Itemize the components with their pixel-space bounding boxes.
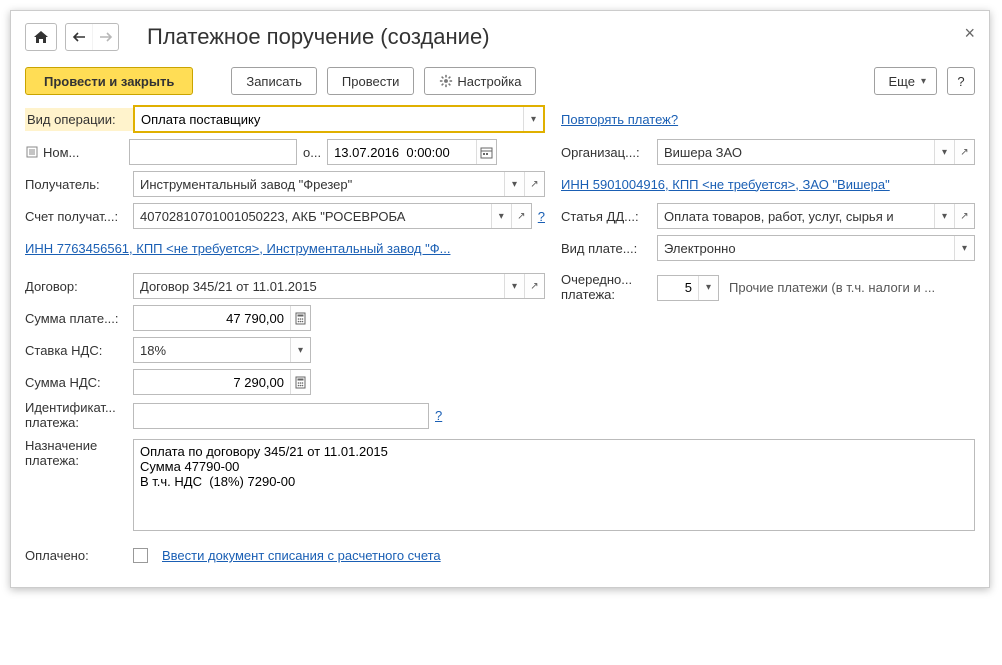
recipient-label: Получатель: <box>25 177 133 192</box>
gear-icon <box>439 74 453 88</box>
enter-writeoff-link[interactable]: Ввести документ списания с расчетного сч… <box>162 548 441 563</box>
calendar-icon[interactable] <box>476 140 496 164</box>
page-title: Платежное поручение (создание) <box>147 24 490 50</box>
payment-order-window: × Платежное поручение (создание) Провест… <box>10 10 990 588</box>
number-field[interactable] <box>129 139 297 165</box>
operation-type-input[interactable] <box>135 107 523 131</box>
help-button[interactable]: ? <box>947 67 975 95</box>
recipient-account-field[interactable]: 40702810701001050223, АКБ "РОСЕВРОБА ▾ <box>133 203 532 229</box>
payment-type-label: Вид плате...: <box>561 241 657 256</box>
from-label: о... <box>303 145 321 160</box>
help-link[interactable]: ? <box>538 209 545 224</box>
open-icon[interactable] <box>511 204 531 228</box>
organization-value: Вишера ЗАО <box>658 140 934 164</box>
number-input[interactable] <box>130 140 296 164</box>
calculator-icon[interactable] <box>290 370 310 394</box>
date-input[interactable] <box>328 140 476 164</box>
nav-back-forward <box>65 23 119 51</box>
paid-checkbox[interactable] <box>133 548 148 563</box>
payment-type-value: Электронно <box>658 236 954 260</box>
dropdown-icon[interactable]: ▾ <box>934 204 954 228</box>
post-and-close-button[interactable]: Провести и закрыть <box>25 67 193 95</box>
priority-description: Прочие платежи (в т.ч. налоги и ... <box>729 280 935 295</box>
organization-details-link[interactable]: ИНН 5901004916, КПП <не требуется>, ЗАО … <box>561 177 890 192</box>
settings-label: Настройка <box>457 74 521 89</box>
dropdown-icon[interactable]: ▾ <box>523 107 543 131</box>
organization-label: Организац...: <box>561 145 657 160</box>
recipient-value: Инструментальный завод "Фрезер" <box>134 172 504 196</box>
amount-label: Сумма плате...: <box>25 311 133 326</box>
more-button[interactable]: Еще <box>874 67 937 95</box>
open-icon[interactable] <box>524 172 544 196</box>
purpose-label: Назначение платежа: <box>25 439 133 469</box>
nav-back-button[interactable] <box>66 24 92 50</box>
vat-rate-label: Ставка НДС: <box>25 343 133 358</box>
vat-rate-field[interactable]: 18% ▾ <box>133 337 311 363</box>
paid-label: Оплачено: <box>25 548 133 563</box>
purpose-textarea[interactable] <box>133 439 975 531</box>
priority-label: Очередно... платежа: <box>561 273 657 303</box>
dropdown-icon[interactable]: ▾ <box>491 204 511 228</box>
dropdown-icon[interactable]: ▾ <box>290 338 310 362</box>
vat-amount-input[interactable] <box>134 370 290 394</box>
recipient-details-link[interactable]: ИНН 7763456561, КПП <не требуется>, Инст… <box>25 241 450 256</box>
open-icon[interactable] <box>954 140 974 164</box>
open-icon[interactable] <box>954 204 974 228</box>
amount-field[interactable] <box>133 305 311 331</box>
contract-label: Договор: <box>25 279 133 294</box>
dds-label: Статья ДД...: <box>561 209 657 224</box>
right-column: Повторять платеж? Организац...: Вишера З… <box>561 105 975 437</box>
date-field[interactable] <box>327 139 497 165</box>
nav-forward-button <box>92 24 118 50</box>
repeat-payment-link[interactable]: Повторять платеж? <box>561 112 678 127</box>
amount-input[interactable] <box>134 306 290 330</box>
open-icon[interactable] <box>524 274 544 298</box>
document-icon <box>25 145 39 159</box>
home-button[interactable] <box>25 23 57 51</box>
dropdown-icon[interactable]: ▾ <box>934 140 954 164</box>
left-column: Вид операции: ▾ Ном... о... <box>25 105 545 437</box>
settings-button[interactable]: Настройка <box>424 67 536 95</box>
recipient-field[interactable]: Инструментальный завод "Фрезер" ▾ <box>133 171 545 197</box>
vat-rate-value: 18% <box>134 338 290 362</box>
header: Платежное поручение (создание) <box>25 23 975 51</box>
payment-id-label: Идентификат... платежа: <box>25 401 133 431</box>
save-button[interactable]: Записать <box>231 67 317 95</box>
dds-value: Оплата товаров, работ, услуг, сырья и <box>658 204 934 228</box>
dropdown-icon[interactable]: ▾ <box>504 274 524 298</box>
priority-field[interactable]: ▾ <box>657 275 719 301</box>
help-link[interactable]: ? <box>435 408 442 423</box>
number-label: Ном... <box>43 145 129 160</box>
calculator-icon[interactable] <box>290 306 310 330</box>
operation-type-field[interactable]: ▾ <box>133 105 545 133</box>
vat-amount-label: Сумма НДС: <box>25 375 133 390</box>
dropdown-icon[interactable]: ▾ <box>698 276 718 300</box>
priority-input[interactable] <box>658 276 698 300</box>
post-button[interactable]: Провести <box>327 67 415 95</box>
contract-value: Договор 345/21 от 11.01.2015 <box>134 274 504 298</box>
organization-field[interactable]: Вишера ЗАО ▾ <box>657 139 975 165</box>
operation-type-label: Вид операции: <box>25 108 133 131</box>
payment-type-field[interactable]: Электронно ▾ <box>657 235 975 261</box>
recipient-account-label: Счет получат...: <box>25 209 133 224</box>
dds-field[interactable]: Оплата товаров, работ, услуг, сырья и ▾ <box>657 203 975 229</box>
dropdown-icon[interactable]: ▾ <box>504 172 524 196</box>
payment-id-input[interactable] <box>134 404 428 428</box>
dropdown-icon[interactable]: ▾ <box>954 236 974 260</box>
close-icon[interactable]: × <box>964 23 975 44</box>
contract-field[interactable]: Договор 345/21 от 11.01.2015 ▾ <box>133 273 545 299</box>
payment-id-field[interactable] <box>133 403 429 429</box>
vat-amount-field[interactable] <box>133 369 311 395</box>
recipient-account-value: 40702810701001050223, АКБ "РОСЕВРОБА <box>134 204 491 228</box>
toolbar: Провести и закрыть Записать Провести Нас… <box>25 67 975 95</box>
